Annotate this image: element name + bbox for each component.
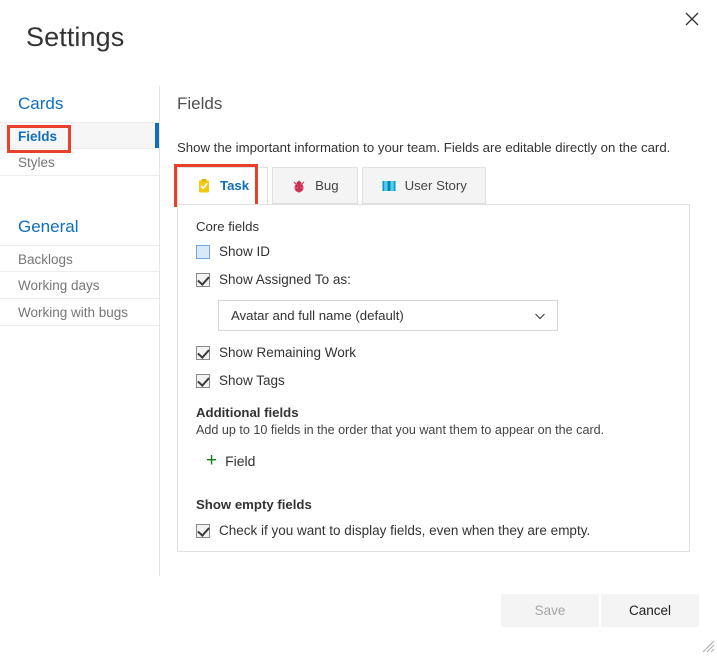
plus-icon: + [206,450,218,471]
sidebar-item-label: Fields [18,129,58,144]
fields-panel: Core fields Show ID Show Assigned To as:… [177,204,690,552]
chevron-down-icon [533,309,547,323]
sidebar-item-label: Styles [18,155,55,170]
sidebar-group-title-general: General [18,217,79,236]
tab-label: User Story [404,178,467,193]
sidebar-item-working-days[interactable]: Working days [0,272,159,299]
cancel-button[interactable]: Cancel [601,594,699,627]
checkbox-row-show-empty-fields[interactable]: Check if you want to display fields, eve… [196,523,671,538]
main-content: Fields Show the important information to… [161,86,717,576]
save-button[interactable]: Save [501,594,599,627]
tab-user-story[interactable]: User Story [361,167,486,204]
assigned-to-display-select[interactable]: Avatar and full name (default) [218,300,558,331]
additional-fields-description: Add up to 10 fields in the order that yo… [196,423,605,437]
sidebar-item-label: Working days [18,278,100,293]
checkbox-row-show-id[interactable]: Show ID [196,244,671,259]
tab-bug[interactable]: Bug [272,167,358,204]
sidebar-item-fields[interactable]: Fields [0,122,159,149]
main-heading: Fields [177,94,223,113]
tab-task[interactable]: Task [177,167,269,204]
close-button[interactable] [675,4,709,34]
add-field-button[interactable]: + Field [206,451,255,470]
checkbox-row-show-assigned-to[interactable]: Show Assigned To as: [196,272,671,287]
select-value: Avatar and full name (default) [231,308,404,323]
additional-fields-label: Additional fields [196,405,299,420]
show-empty-fields-label: Show empty fields [196,497,312,512]
work-item-type-tabs: Task Bug User Story [177,167,490,204]
sidebar: Cards Fields Styles General Backlogs Wor… [0,86,160,576]
show-tags-checkbox[interactable] [196,373,210,388]
page-title: Settings [26,22,125,52]
checkbox-label: Show ID [219,244,271,259]
show-empty-fields-checkbox[interactable] [196,523,210,538]
show-assigned-to-checkbox[interactable] [196,272,210,287]
show-id-checkbox[interactable] [196,244,210,259]
resize-grip[interactable] [702,640,715,653]
user-story-book-icon [381,178,397,194]
show-remaining-work-checkbox[interactable] [196,345,210,360]
checkbox-label: Show Tags [219,373,285,388]
checkbox-row-show-remaining-work[interactable]: Show Remaining Work [196,345,671,360]
close-icon [685,12,699,26]
add-field-label: Field [225,452,256,469]
tab-label: Task [220,178,250,193]
dialog-footer: Save Cancel [0,594,717,655]
checkbox-label: Show Assigned To as: [219,272,351,287]
sidebar-item-label: Working with bugs [18,305,129,320]
core-fields-label: Core fields [196,219,260,234]
task-clipboard-icon [196,178,212,194]
bug-ladybug-icon [291,178,307,194]
tab-label: Bug [315,178,339,193]
sidebar-group-title-cards: Cards [18,94,64,113]
settings-body: Cards Fields Styles General Backlogs Wor… [0,86,717,576]
checkbox-row-show-tags[interactable]: Show Tags [196,373,671,388]
main-description: Show the important information to your t… [177,140,671,155]
sidebar-item-label: Backlogs [18,252,73,267]
active-indicator-bar [155,123,159,148]
sidebar-item-backlogs[interactable]: Backlogs [0,245,159,272]
checkbox-label: Show Remaining Work [219,345,357,360]
sidebar-item-styles[interactable]: Styles [0,149,159,176]
checkbox-label: Check if you want to display fields, eve… [219,523,591,538]
sidebar-item-working-with-bugs[interactable]: Working with bugs [0,299,159,326]
